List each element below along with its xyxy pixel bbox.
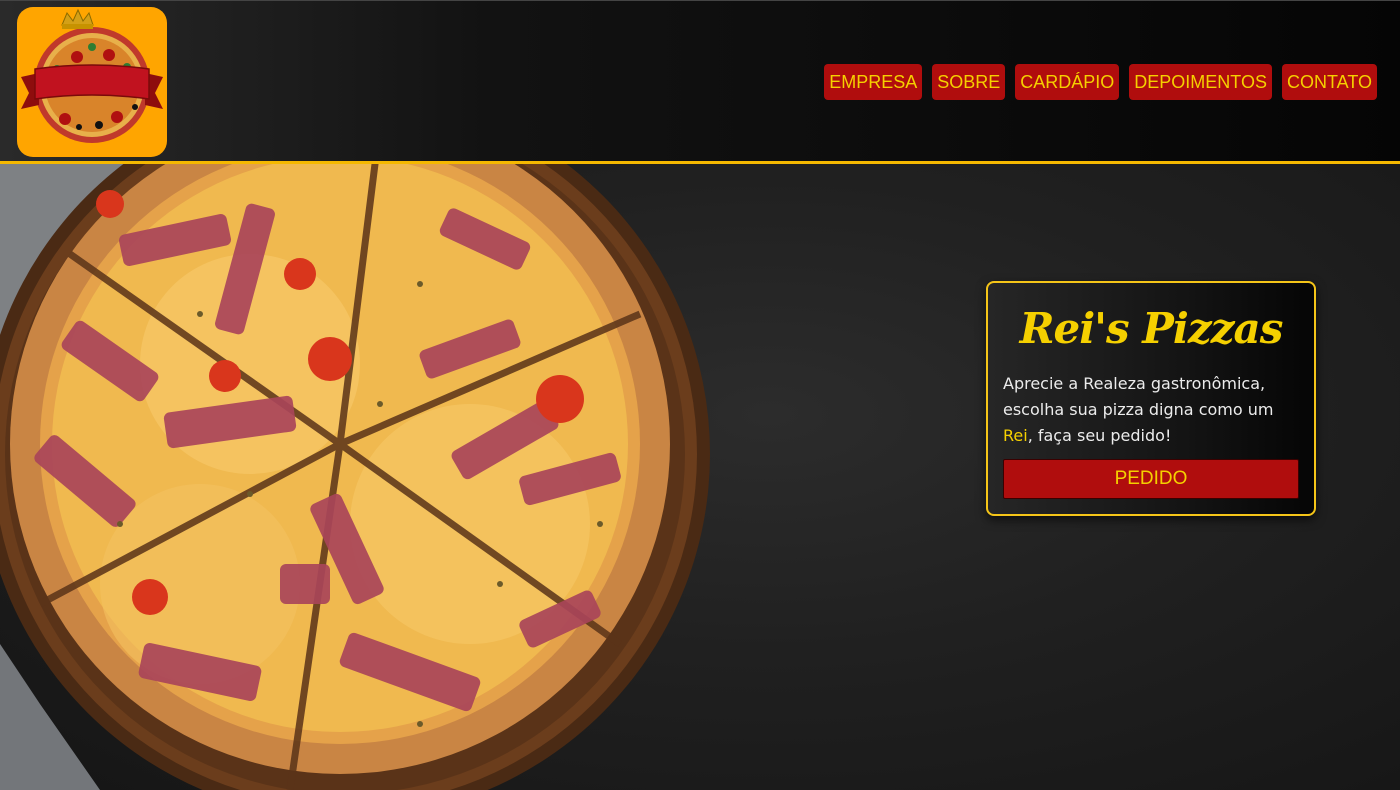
- nav-depoimentos-button[interactable]: DEPOIMENTOS: [1129, 64, 1272, 100]
- card-text-highlight: Rei: [1003, 426, 1028, 445]
- hero-section: Rei's Pizzas Aprecie a Realeza gastronôm…: [0, 164, 1400, 790]
- card-description: Aprecie a Realeza gastronômica, escolha …: [1003, 371, 1299, 449]
- nav-contato-button[interactable]: CONTATO: [1282, 64, 1377, 100]
- main-nav: EMPRESA SOBRE CARDÁPIO DEPOIMENTOS CONTA…: [824, 64, 1377, 100]
- nav-empresa-button[interactable]: EMPRESA: [824, 64, 923, 100]
- logo[interactable]: [17, 7, 167, 157]
- nav-cardapio-button[interactable]: CARDÁPIO: [1015, 64, 1120, 100]
- site-header: EMPRESA SOBRE CARDÁPIO DEPOIMENTOS CONTA…: [0, 0, 1400, 164]
- card-title: Rei's Pizzas: [1019, 304, 1284, 353]
- card-text-before: Aprecie a Realeza gastronômica, escolha …: [1003, 374, 1274, 419]
- hero-card: Rei's Pizzas Aprecie a Realeza gastronôm…: [986, 281, 1316, 516]
- pizza-logo-icon: [21, 8, 163, 143]
- card-text-after: , faça seu pedido!: [1027, 426, 1172, 445]
- nav-sobre-button[interactable]: SOBRE: [932, 64, 1006, 100]
- order-button[interactable]: PEDIDO: [1003, 459, 1299, 499]
